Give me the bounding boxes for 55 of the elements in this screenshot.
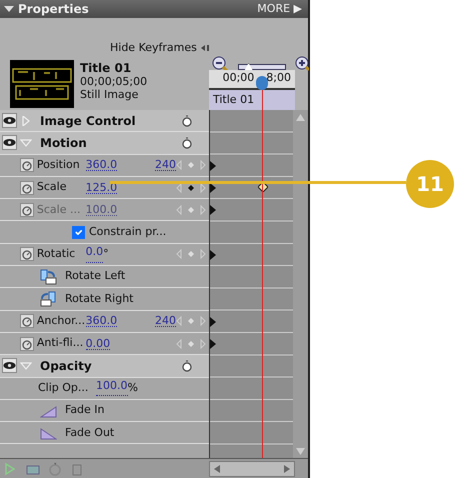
stopwatch-icon[interactable] (180, 114, 194, 128)
action-button[interactable]: Fade Out (40, 424, 114, 442)
checkbox-label: Constrain pr... (89, 224, 166, 240)
value-field[interactable]: 240 (155, 159, 176, 172)
stopwatch-icon[interactable] (20, 314, 34, 328)
stopwatch-icon[interactable] (20, 336, 34, 351)
value-field[interactable]: 360.0 (86, 315, 118, 328)
hide-keyframes-button[interactable]: Hide Keyframes (110, 40, 209, 56)
checkbox[interactable] (72, 226, 85, 239)
panel-title: Properties (18, 1, 89, 18)
stopwatch-icon[interactable] (180, 358, 194, 373)
time-ruler[interactable]: 00;00 8;00 (209, 70, 295, 90)
value-field[interactable]: 240 (155, 315, 176, 328)
property-label: Clip Op... (38, 380, 90, 396)
stopwatch-icon[interactable] (20, 247, 34, 262)
section-title: Opacity (40, 358, 93, 375)
stopwatch-icon[interactable] (20, 180, 34, 195)
section-title: Image Control (40, 112, 137, 130)
callout-number: 11 (406, 160, 454, 208)
property-label: Scale (36, 179, 68, 196)
zoom-in-icon[interactable] (295, 56, 309, 74)
keyframe-navigator-icon[interactable] (176, 182, 206, 193)
action-button[interactable]: Rotate Right (40, 290, 134, 308)
rotate-left-icon (40, 268, 57, 285)
clip-type: Still Image (80, 88, 140, 101)
eye-icon[interactable] (2, 135, 17, 150)
horizontal-scrollbar[interactable] (209, 460, 295, 476)
collapse-left-icon (200, 44, 209, 52)
eye-icon[interactable] (2, 358, 17, 374)
unit-label: ° (103, 246, 109, 262)
property-label: Anchor... (36, 313, 86, 330)
value-field[interactable]: 0.0 (86, 246, 104, 263)
unit-label: % (128, 380, 138, 396)
keyframe-icon[interactable] (258, 182, 268, 192)
property-label: Rotatic (36, 246, 76, 262)
clip-duration: 00;00;05;00 (80, 75, 148, 88)
property-label: Scale ... (36, 202, 82, 218)
value-field[interactable]: 360.0 (86, 159, 118, 172)
time-display: 8;00 (266, 70, 291, 86)
action-button[interactable]: Fade In (40, 402, 105, 419)
property-label: Anti-fli... (36, 335, 84, 352)
value-field[interactable]: 100.0 (96, 380, 128, 396)
time-display: 00;00 (222, 70, 254, 86)
more-menu[interactable]: MORE ▶ (257, 0, 302, 18)
rotate-right-icon (40, 291, 57, 308)
value-field[interactable]: 0.00 (86, 338, 110, 350)
action-button[interactable]: Rotate Left (40, 268, 126, 285)
stopwatch-icon[interactable] (20, 158, 34, 172)
property-label: Position (36, 156, 81, 173)
clip-bar: Title 01 (209, 90, 295, 110)
clip-name: Title 01 (80, 62, 132, 75)
collapse-icon[interactable] (4, 5, 14, 13)
section-title: Motion (40, 134, 88, 152)
eye-icon[interactable] (2, 113, 17, 128)
stopwatch-icon[interactable] (180, 136, 194, 150)
